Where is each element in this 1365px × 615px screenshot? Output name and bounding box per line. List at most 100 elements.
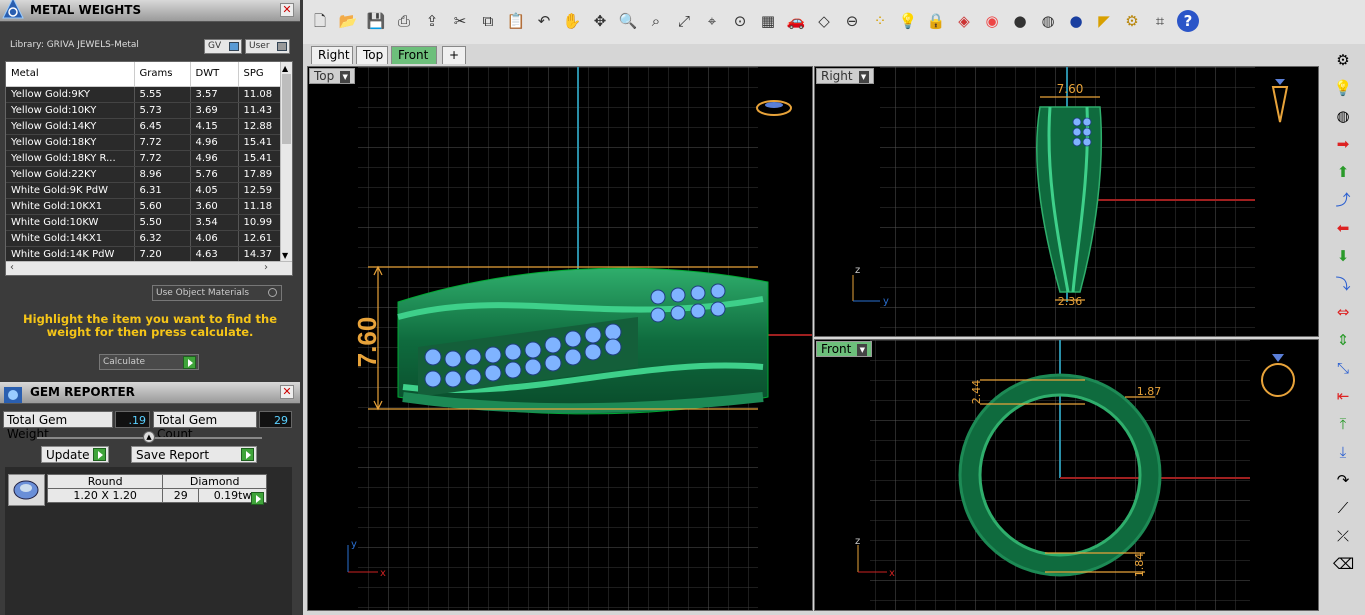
scale-vertical-icon[interactable]: ⇕ [1333, 330, 1353, 350]
scroll-up-icon[interactable]: ▲ [282, 64, 288, 73]
metal-table[interactable]: Metal Grams DWT SPG Yellow Gold:9KY 5.55 3… [5, 61, 293, 276]
scroll-thumb[interactable] [282, 74, 291, 144]
col-dwt[interactable]: DWT [190, 62, 239, 87]
zoom-window-icon[interactable]: ⌕ [645, 10, 667, 32]
viewport-top[interactable]: 7.60 y x Top ▼ [307, 66, 813, 611]
layers-icon[interactable]: ◈ [953, 10, 975, 32]
rendered-sphere-icon[interactable]: ◍ [1037, 10, 1059, 32]
chevron-down-icon[interactable]: ▼ [340, 70, 351, 83]
copy-icon[interactable]: ⧉ [477, 10, 499, 32]
table-vscrollbar[interactable]: ▲ ▼ [280, 62, 292, 262]
table-row[interactable]: Yellow Gold:22KY 8.96 5.76 17.89 [6, 166, 283, 183]
arrow-right-icon[interactable]: ➡ [1333, 134, 1353, 154]
close-icon[interactable]: ✕ [280, 3, 294, 17]
scroll-left-icon[interactable]: ‹ [10, 262, 14, 273]
gear-icon[interactable]: ⚙ [1121, 10, 1143, 32]
snap-icon[interactable]: ⊖ [841, 10, 863, 32]
table-hscrollbar[interactable]: ‹ › [6, 261, 292, 275]
table-row[interactable]: Yellow Gold:18KY 7.72 4.96 15.41 [6, 134, 283, 151]
shaded-sphere-icon[interactable]: ● [1009, 10, 1031, 32]
use-object-materials-checkbox[interactable]: Use Object Materials [152, 285, 282, 301]
arrow-left-icon[interactable]: ⬅ [1333, 218, 1353, 238]
table-row[interactable]: White Gold:9K PdW 6.31 4.05 12.59 [6, 182, 283, 199]
zoom-target-icon[interactable]: ⊙ [729, 10, 751, 32]
move-axis-down-icon[interactable]: ⤵ [1333, 274, 1353, 294]
gv-toggle[interactable]: GV [204, 39, 242, 54]
table-row[interactable]: White Gold:10KX1 5.60 3.60 11.18 [6, 198, 283, 215]
grid-plane-icon[interactable]: ◇ [813, 10, 835, 32]
viewport-front[interactable]: 2.44 1.87 1.84 z x Front ▼ [814, 339, 1319, 611]
pan-hand-icon[interactable]: ✋ [561, 10, 583, 32]
table-row[interactable]: White Gold:10KW 5.50 3.54 10.99 [6, 214, 283, 231]
save-report-button[interactable]: Save Report [131, 446, 257, 463]
scale-axis-icon[interactable]: ⤡ [1333, 358, 1353, 378]
table-row[interactable]: White Gold:14KX1 6.32 4.06 12.61 [6, 230, 283, 247]
gv-label: GV [208, 41, 222, 51]
tab-right[interactable]: Right [311, 46, 353, 64]
update-button[interactable]: Update [41, 446, 109, 463]
light-bulb-icon[interactable]: 💡 [897, 10, 919, 32]
viewport-label-right[interactable]: Right ▼ [816, 68, 874, 84]
zoom-selected-icon[interactable]: ⌖ [701, 10, 723, 32]
lock-icon[interactable]: 🔒 [925, 10, 947, 32]
col-grams[interactable]: Grams [134, 62, 191, 87]
car-icon[interactable]: 🚗 [785, 10, 807, 32]
shrink-axis-icon[interactable]: ⤓ [1333, 442, 1353, 462]
gem-thumbnail[interactable] [8, 474, 45, 506]
table-row[interactable]: Yellow Gold:14KY 6.45 4.15 12.88 [6, 118, 283, 135]
tab-top[interactable]: Top [356, 46, 388, 64]
zoom-in-icon[interactable]: 🔍 [617, 10, 639, 32]
tab-add[interactable]: + [442, 46, 466, 64]
chevron-down-icon[interactable]: ▼ [857, 343, 868, 356]
col-metal[interactable]: Metal [6, 62, 135, 87]
chevron-down-icon[interactable]: ▼ [858, 70, 869, 83]
table-row[interactable]: White Gold:14K PdW 7.20 4.63 14.37 [6, 246, 283, 263]
select-points-icon[interactable]: ⁘ [869, 10, 891, 32]
dimension-icon[interactable]: ⌗ [1149, 10, 1171, 32]
eraser-icon[interactable]: ⌫ [1333, 554, 1354, 574]
move-axis-icon[interactable]: ⤴ [1333, 190, 1353, 210]
table-row[interactable]: Yellow Gold:10KY 5.73 3.69 11.43 [6, 102, 283, 119]
paste-icon[interactable]: 📋 [505, 10, 527, 32]
viewport-right[interactable]: 7.60 2.36 z y Right ▼ [814, 66, 1319, 337]
line-tool-icon[interactable]: ⟋ [1333, 498, 1353, 518]
rotate-view-icon[interactable]: ✥ [589, 10, 611, 32]
viewport-label-top[interactable]: Top ▼ [309, 68, 356, 84]
help-icon[interactable]: ? [1177, 10, 1199, 32]
cut-icon[interactable]: ✂ [449, 10, 471, 32]
segment-tool-icon[interactable]: ⤫ [1333, 526, 1353, 546]
viewport-label-front[interactable]: Front ▼ [816, 341, 873, 357]
tab-front[interactable]: Front [391, 46, 437, 64]
material-sphere-icon[interactable]: ● [1065, 10, 1087, 32]
sphere-icon[interactable]: ◍ [1333, 106, 1353, 126]
four-views-icon[interactable]: ▦ [757, 10, 779, 32]
scroll-down-icon[interactable]: ▼ [282, 251, 288, 260]
user-toggle[interactable]: User [245, 39, 290, 54]
color-wheel-icon[interactable]: ◉ [981, 10, 1003, 32]
shrink-horizontal-icon[interactable]: ⇤ [1333, 386, 1353, 406]
light-bulb-icon[interactable]: 💡 [1333, 78, 1353, 98]
new-file-icon[interactable]: 🗋 [309, 10, 331, 32]
table-row[interactable]: Yellow Gold:9KY 5.55 3.57 11.08 [6, 86, 283, 103]
spotlight-icon[interactable]: ◤ [1093, 10, 1115, 32]
curve-tool-icon[interactable]: ↷ [1333, 470, 1353, 490]
gem-detail-button[interactable] [251, 492, 264, 505]
undo-icon[interactable]: ↶ [533, 10, 555, 32]
arrow-down-icon[interactable]: ⬇ [1333, 246, 1353, 266]
scroll-right-icon[interactable]: › [264, 262, 268, 273]
open-folder-icon[interactable]: 📂 [337, 10, 359, 32]
print-icon[interactable]: ⎙ [393, 10, 415, 32]
shrink-vertical-icon[interactable]: ⤒ [1333, 414, 1353, 434]
col-spg[interactable]: SPG [238, 62, 283, 87]
export-icon[interactable]: ⇪ [421, 10, 443, 32]
arrow-up-icon[interactable]: ⬆ [1333, 162, 1353, 182]
camera-icon[interactable]: ⚙ [1333, 50, 1353, 70]
close-icon[interactable]: ✕ [280, 385, 294, 399]
top-dim-label: 7.60 [352, 317, 382, 368]
zoom-extents-icon[interactable]: ⤢ [673, 10, 695, 32]
table-row[interactable]: Yellow Gold:18KY R... 7.72 4.96 15.41 [6, 150, 283, 167]
splitter-knob-icon[interactable]: ▲ [143, 431, 155, 443]
save-icon[interactable]: 💾 [365, 10, 387, 32]
calculate-button[interactable]: Calculate [99, 354, 199, 370]
scale-horizontal-icon[interactable]: ⇔ [1333, 302, 1353, 322]
